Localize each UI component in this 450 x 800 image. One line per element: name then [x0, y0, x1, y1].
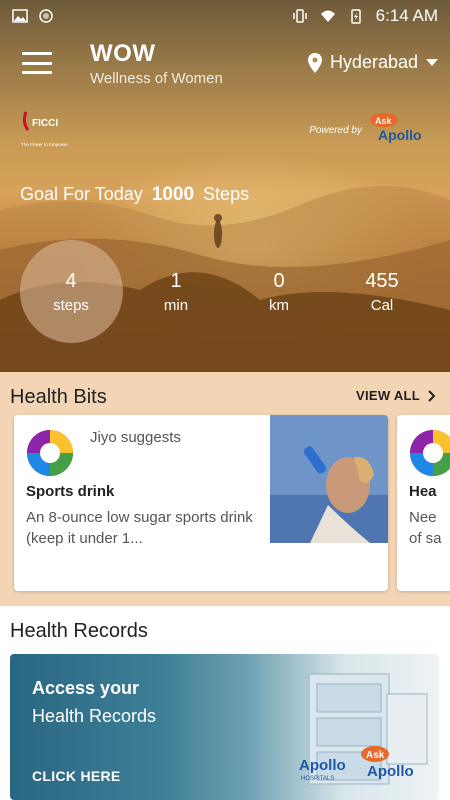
view-all-button[interactable]: VIEW ALL — [356, 388, 436, 403]
health-bits-section: Health Bits VIEW ALL Jiyo suggests Sport… — [0, 372, 450, 606]
svg-text:Ask: Ask — [375, 116, 393, 126]
location-city: Hyderabad — [329, 52, 418, 72]
card-title: Sports drink — [26, 483, 115, 500]
sync-icon — [39, 9, 53, 23]
powered-by-label: Powered by — [309, 124, 362, 136]
goal-value: 1000 — [151, 184, 195, 205]
health-bits-title: Health Bits — [10, 386, 107, 408]
wifi-icon — [320, 10, 335, 22]
health-records-section: Health Records Access your Health Record… — [0, 606, 450, 800]
card-description: Nee of sa — [409, 509, 442, 547]
records-illustration: Apollo HOSPITALS Ask Apollo — [299, 673, 428, 785]
svg-text:FICCI: FICCI — [32, 118, 58, 129]
stat-unit: min — [163, 297, 189, 314]
svg-text:Apollo: Apollo — [378, 127, 422, 143]
location-selector[interactable]: Hyderabad — [307, 52, 438, 73]
banner-line1: Access your — [32, 678, 140, 698]
vibrate-icon — [292, 9, 307, 23]
hamburger-icon-line — [22, 71, 52, 74]
health-records-banner[interactable]: Access your Health Records CLICK HERE Ap… — [10, 654, 439, 800]
hamburger-icon-line — [22, 52, 52, 55]
stat-value: 0 — [273, 270, 285, 292]
stat-steps: 4 steps — [31, 270, 111, 314]
stat-minutes: 1 min — [136, 270, 216, 314]
card-source: Jiyo suggests — [90, 429, 181, 446]
status-time: 6:14 AM — [375, 6, 438, 25]
stat-value: 455 — [365, 270, 399, 292]
svg-text:Apollo: Apollo — [299, 757, 346, 774]
goal-prefix: Goal For Today — [20, 184, 143, 204]
gallery-icon — [12, 9, 28, 23]
svg-text:Ask: Ask — [366, 750, 385, 761]
ficci-logo: FICCI The Power to Empower — [21, 111, 69, 147]
location-pin-icon — [307, 52, 322, 73]
jiyo-logo-icon — [27, 430, 73, 476]
activity-stats: 4 steps 1 min 0 km 455 Cal — [20, 240, 440, 343]
health-bit-card[interactable]: Hea Nee of sa — [397, 415, 450, 591]
stat-unit: km — [269, 297, 289, 314]
banner-line2: Health Records — [32, 706, 157, 726]
stat-value: 4 — [65, 270, 77, 292]
svg-text:HOSPITALS: HOSPITALS — [301, 776, 334, 782]
chevron-down-icon — [426, 58, 438, 66]
app-bar: WOW Wellness of Women Hyderabad — [0, 36, 450, 96]
card-description: An 8-ounce low sugar sports drink (keep … — [26, 509, 253, 547]
hamburger-icon-line — [22, 61, 52, 65]
hero-banner: 6:14 AM WOW Wellness of Women Hyderabad … — [0, 0, 450, 372]
ask-apollo-logo: Ask Apollo — [370, 113, 422, 143]
health-records-title: Health Records — [10, 620, 148, 642]
health-bit-card[interactable]: Jiyo suggests Sports drink An 8-ounce lo… — [14, 415, 388, 591]
view-all-label: VIEW ALL — [355, 388, 420, 403]
menu-button[interactable] — [22, 52, 52, 74]
stat-value: 1 — [170, 270, 182, 292]
stat-unit: Cal — [370, 297, 394, 314]
stat-distance: 0 km — [239, 270, 319, 314]
powered-by-apollo: Powered by Ask Apollo — [309, 112, 430, 148]
status-bar: 6:14 AM — [0, 0, 450, 32]
click-here-button[interactable]: CLICK HERE — [32, 768, 121, 784]
svg-text:The Power to Empower: The Power to Empower — [21, 142, 69, 147]
card-title: Hea — [409, 483, 437, 500]
stat-calories: 455 Cal — [342, 270, 422, 314]
app-subtitle: Wellness of Women — [90, 70, 223, 87]
svg-text:Apollo: Apollo — [367, 763, 414, 780]
jiyo-logo-icon — [410, 430, 450, 476]
goal-suffix: Steps — [203, 184, 250, 204]
stat-unit: steps — [53, 297, 89, 314]
sports-drink-image — [270, 415, 388, 543]
battery-icon — [350, 9, 361, 24]
daily-goal: Goal For Today 1000 Steps — [20, 184, 249, 206]
app-title: WOW — [90, 40, 156, 67]
chevron-right-icon — [428, 389, 436, 402]
